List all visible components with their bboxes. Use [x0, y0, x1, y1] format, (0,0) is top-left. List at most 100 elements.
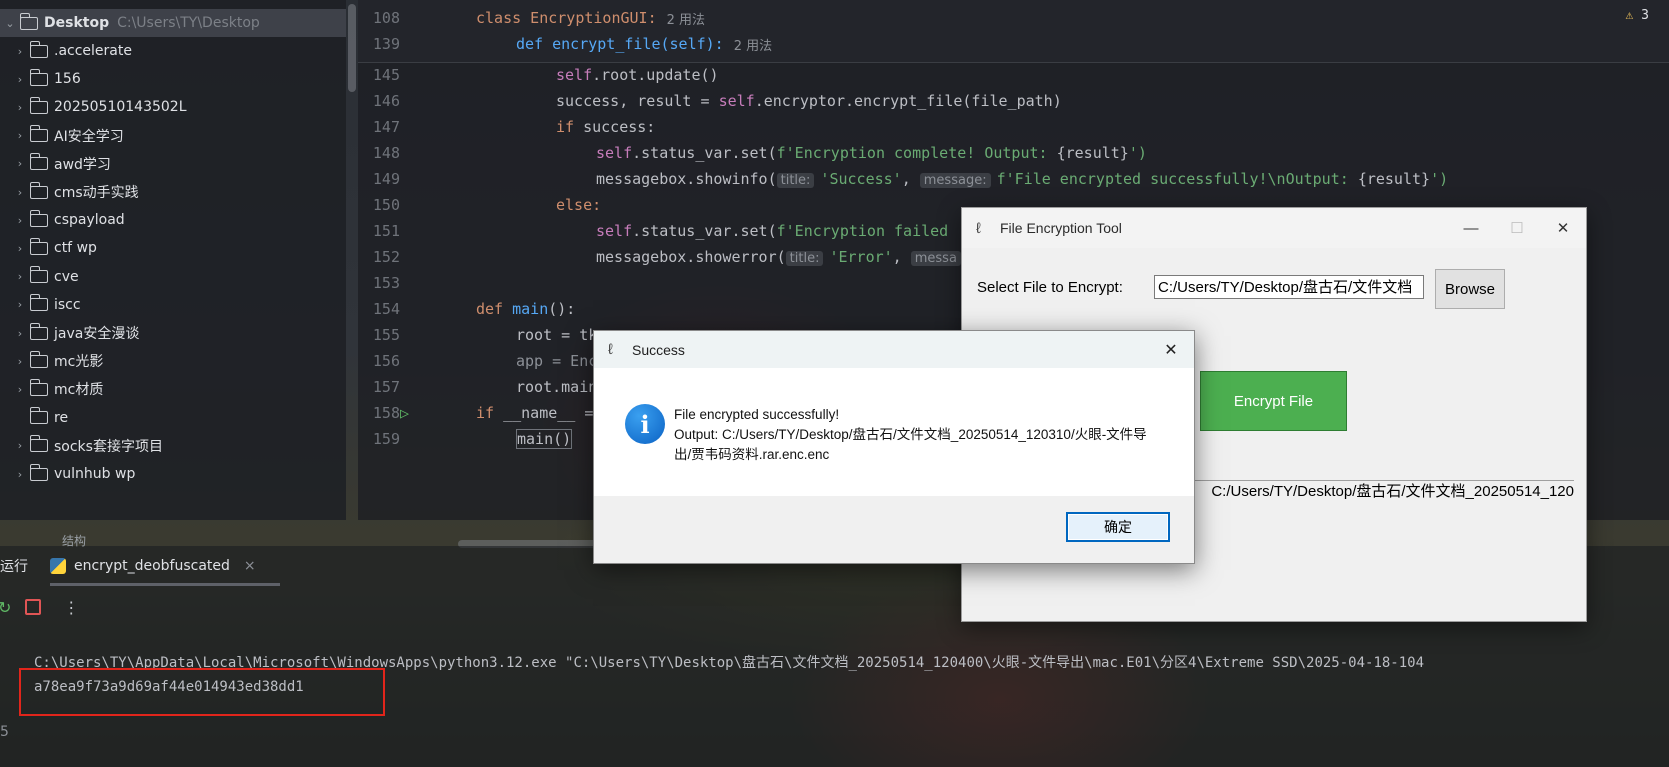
warning-count: 3 [1641, 8, 1649, 23]
sticky-line-def[interactable]: 139 def encrypt_file(self): 2 用法 [358, 31, 1669, 57]
close-icon[interactable]: × [244, 558, 256, 574]
folder-icon [29, 266, 48, 284]
chevron-right-icon[interactable]: › [10, 45, 30, 58]
chevron-right-icon[interactable]: › [10, 101, 30, 114]
encrypt-file-button[interactable]: Encrypt File [1200, 371, 1347, 431]
code-token: .status_var.set( [632, 144, 777, 162]
folder-icon [29, 407, 48, 425]
tree-root-desktop[interactable]: ⌄ Desktop C:\Users\TY\Desktop [0, 9, 346, 37]
run-gutter-icon[interactable]: ▷ [400, 404, 409, 422]
run-panel-label: 运行 [0, 559, 28, 575]
tree-item[interactable]: › cspayload [0, 206, 346, 234]
chevron-right-icon[interactable]: › [10, 327, 30, 340]
tree-item-label: cms动手实践 [54, 185, 139, 201]
chevron-right-icon[interactable]: › [10, 214, 30, 227]
tab-underline [50, 583, 280, 586]
code-line-146[interactable]: 146 success, result = self.encryptor.enc… [358, 88, 1669, 114]
usage-hint[interactable]: 2 用法 [667, 9, 705, 28]
code-token: else: [556, 196, 602, 214]
feather-icon: ℓ [976, 219, 981, 237]
code-line-147[interactable]: 147 if success: [358, 114, 1669, 140]
line-number: 150 [372, 196, 400, 214]
chevron-right-icon[interactable]: › [10, 355, 30, 368]
folder-icon [19, 12, 38, 30]
tree-item[interactable]: › .accelerate [0, 37, 346, 65]
python-icon [50, 558, 66, 574]
code-line-145[interactable]: 145 self.root.update() [358, 62, 1669, 88]
line-number: 155 [372, 326, 400, 344]
line-number: 148 [372, 144, 400, 162]
tree-item[interactable]: › iscc [0, 291, 346, 319]
folder-icon [29, 435, 48, 453]
code-token: if [476, 404, 495, 422]
chevron-right-icon[interactable]: › [10, 270, 30, 283]
close-icon[interactable]: ✕ [1148, 331, 1194, 368]
file-path-input[interactable]: C:/Users/TY/Desktop/盘古石/文件文档 [1154, 275, 1424, 299]
chevron-down-icon[interactable]: ⌄ [0, 17, 20, 30]
tree-item[interactable]: › AI安全学习 [0, 122, 346, 150]
chevron-right-icon[interactable]: › [10, 298, 30, 311]
folder-icon [29, 378, 48, 396]
tree-item[interactable]: re [0, 404, 346, 432]
tree-item[interactable]: › awd学习 [0, 150, 346, 178]
tree-item[interactable]: › 156 [0, 65, 346, 93]
ok-button[interactable]: 确定 [1066, 512, 1170, 542]
tree-item[interactable]: › mc材质 [0, 375, 346, 403]
info-icon: i [625, 404, 665, 444]
usage-hint[interactable]: 2 用法 [734, 35, 772, 54]
code-token: 'Error' [829, 248, 893, 266]
line-number: 159 [372, 430, 400, 448]
param-hint: message: [919, 173, 991, 188]
tab-encrypt-deobfuscated[interactable]: encrypt_deobfuscated × [50, 546, 256, 586]
code-line-149[interactable]: 149 messagebox.showinfo(title: 'Success',… [358, 166, 1669, 192]
tree-item[interactable]: › java安全漫谈 [0, 319, 346, 347]
folder-icon [29, 294, 48, 312]
highlight-box [19, 668, 385, 716]
more-options-icon[interactable]: ⋮ [63, 598, 79, 617]
chevron-right-icon[interactable]: › [10, 186, 30, 199]
code-token: .encryptor.encrypt_file(file_path) [754, 92, 1062, 110]
tree-item-label: awd学习 [54, 156, 111, 173]
success-dialog: ℓ Success ✕ i File encrypted successfull… [593, 330, 1195, 564]
close-icon[interactable]: ✕ [1540, 208, 1586, 248]
rerun-icon[interactable]: ↻ [0, 598, 11, 617]
tree-item[interactable]: › 20250510143502L [0, 93, 346, 121]
project-tree: ⌄ Desktop C:\Users\TY\Desktop › .accelera… [0, 0, 356, 520]
maximize-icon[interactable]: ☐ [1494, 208, 1540, 248]
tree-item[interactable]: › vulnhub wp [0, 460, 346, 488]
sticky-line-class[interactable]: 108 class EncryptionGUI: 2 用法 [358, 5, 1669, 31]
chevron-right-icon[interactable]: › [10, 468, 30, 481]
chevron-right-icon[interactable]: › [10, 73, 30, 86]
window-titlebar[interactable]: ℓ File Encryption Tool — ☐ ✕ [962, 208, 1586, 248]
warning-indicator[interactable]: ⚠ 3 [1626, 8, 1649, 23]
folder-icon [29, 153, 48, 171]
chevron-right-icon[interactable]: › [10, 129, 30, 142]
code-token: self [596, 222, 633, 240]
folder-icon [29, 125, 48, 143]
tree-item-label: vulnhub wp [54, 466, 136, 482]
tree-item[interactable]: › mc光影 [0, 347, 346, 375]
tree-scrollbar[interactable] [348, 4, 356, 92]
line-number: 156 [372, 352, 400, 370]
tree-item-label: 156 [54, 71, 81, 88]
dialog-titlebar[interactable]: ℓ Success ✕ [594, 331, 1194, 368]
chevron-right-icon[interactable]: › [10, 439, 30, 452]
code-token: self [596, 144, 633, 162]
stop-icon[interactable] [25, 599, 42, 615]
browse-button[interactable]: Browse [1435, 269, 1505, 309]
code-token: f'File encrypted successfully!\nOutput: [996, 170, 1358, 188]
code-token: ') [1430, 170, 1449, 188]
tree-item[interactable]: › cve [0, 263, 346, 291]
chevron-right-icon[interactable]: › [10, 383, 30, 396]
chevron-right-icon[interactable]: › [10, 242, 30, 255]
tree-item-label: java安全漫谈 [54, 326, 140, 342]
code-token: main() [516, 429, 573, 449]
folder-icon [29, 40, 48, 58]
tree-item[interactable]: › ctf wp [0, 234, 346, 262]
code-line-148[interactable]: 148 self.status_var.set(f'Encryption com… [358, 140, 1669, 166]
tree-item[interactable]: › cms动手实践 [0, 178, 346, 206]
chevron-right-icon[interactable]: › [10, 157, 30, 170]
minimize-icon[interactable]: — [1448, 208, 1494, 248]
line-number: 145 [372, 66, 400, 84]
tree-item[interactable]: › socks套接字项目 [0, 432, 346, 460]
